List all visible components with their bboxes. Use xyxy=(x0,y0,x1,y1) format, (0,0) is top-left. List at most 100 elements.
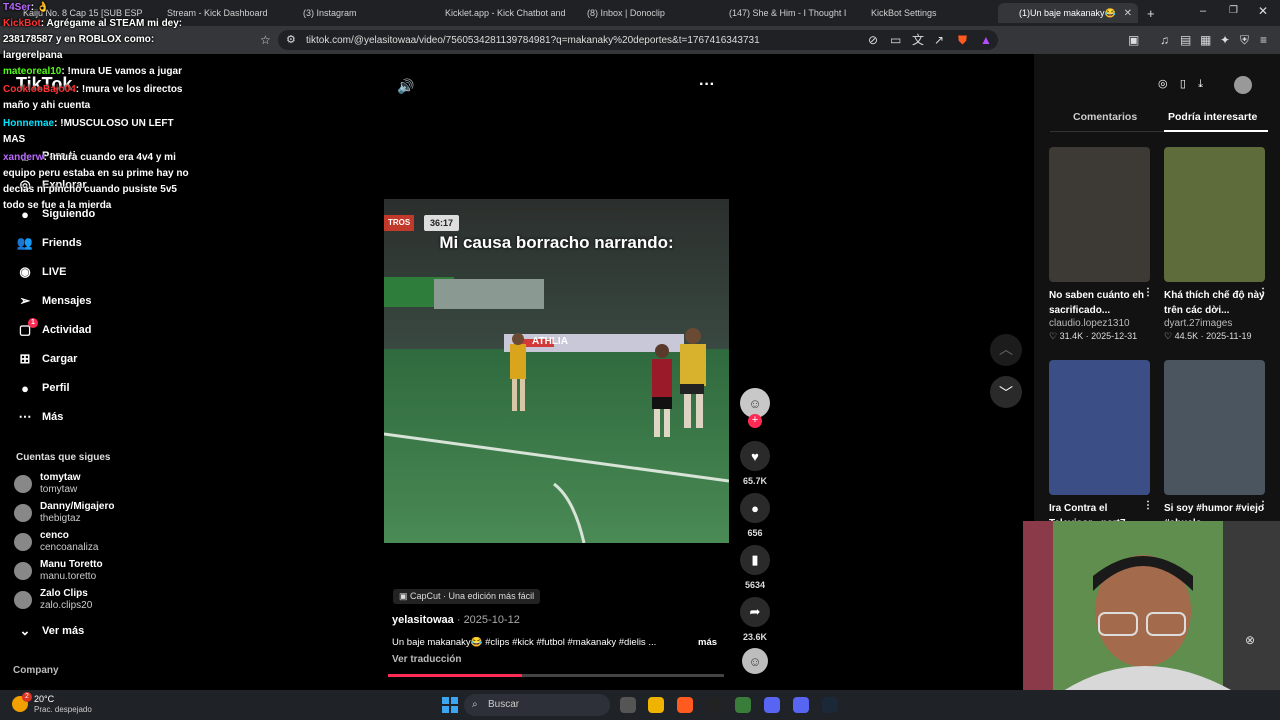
sidebar-item-friends[interactable]: 👥 Friends xyxy=(16,234,82,252)
wallet-icon[interactable]: ▦ xyxy=(1200,33,1211,47)
browser-tab[interactable]: (8) Inbox | Donoclip xyxy=(572,3,710,23)
avatar xyxy=(14,474,32,493)
heart-icon: ♥ xyxy=(740,441,770,471)
active-tab-underline xyxy=(1164,130,1268,132)
share-count: 23.6K xyxy=(742,632,768,642)
browser-tab[interactable]: Kicklet.app - Kick Chatbot and xyxy=(430,3,568,23)
share-button[interactable]: ➦ 23.6K xyxy=(740,597,770,642)
browser-tab[interactable]: (147) She & Him - I Thought I xyxy=(714,3,852,23)
sidebar-toggle-icon[interactable]: ▣ xyxy=(1128,33,1139,47)
task-view-icon[interactable] xyxy=(620,697,636,713)
author-name[interactable]: yelasitowaa xyxy=(392,614,454,626)
taskbar-search[interactable]: ⌕ Buscar xyxy=(464,694,610,716)
sidebar-item-live[interactable]: ◉ LIVE xyxy=(16,263,66,281)
download-icon[interactable]: ⤓ xyxy=(1198,78,1203,90)
browser-tab[interactable]: (3) Instagram xyxy=(288,3,426,23)
sound-disc-button[interactable]: ☺ xyxy=(740,648,770,674)
menu-icon[interactable]: ≡ xyxy=(1260,33,1267,47)
reader-icon[interactable]: ▤ xyxy=(1180,33,1191,47)
tab-favicon-icon xyxy=(572,8,582,18)
user-avatar[interactable] xyxy=(1234,76,1252,94)
media-icon[interactable]: ♫ xyxy=(1160,33,1169,47)
translate-button[interactable]: Ver traducción xyxy=(392,654,461,665)
site-info-icon[interactable]: ⚙ xyxy=(286,33,296,46)
card-more-icon[interactable]: ⋮ xyxy=(1143,500,1153,511)
app-icon[interactable] xyxy=(764,697,780,713)
activity-badge: 1 xyxy=(28,318,38,328)
brave-shield-icon[interactable]: ⛊ xyxy=(958,33,967,47)
card-date: 2025-11-19 xyxy=(1206,331,1252,341)
previous-video-button[interactable]: ︿ xyxy=(990,334,1022,366)
windows-start-button[interactable] xyxy=(442,697,458,713)
video-player[interactable]: TROS 36:17 Mi causa borracho narrando: A… xyxy=(384,199,729,543)
card-likes: 44.5K xyxy=(1174,331,1199,341)
next-video-button[interactable]: ﹀ xyxy=(990,376,1022,408)
bookmark-icon[interactable]: ☆ xyxy=(260,33,271,47)
steam-icon[interactable] xyxy=(822,697,838,713)
card-more-icon[interactable]: ⋮ xyxy=(1258,287,1268,298)
no-image-icon[interactable]: ⊘ xyxy=(868,33,878,47)
discord-icon[interactable] xyxy=(793,697,809,713)
new-tab-button[interactable]: + xyxy=(1147,6,1155,21)
following-account[interactable]: Manu Toretto manu.toretto xyxy=(14,559,103,582)
follow-plus-icon[interactable]: + xyxy=(748,414,762,428)
comment-button[interactable]: ● 656 xyxy=(740,493,770,538)
compass-icon[interactable]: ◎ xyxy=(1158,78,1168,90)
related-video-card[interactable]: Si soy #humor #viejo #abuelo⋮ xyxy=(1164,360,1268,531)
tab-active[interactable]: (1)Un baje makanaky😂 ✕ xyxy=(998,3,1138,23)
sidebar-item-activity[interactable]: ▢ Actividad 1 xyxy=(16,318,92,339)
following-account[interactable]: cenco cencoanaliza xyxy=(14,530,98,553)
sidebar-item-upload[interactable]: ⊞ Cargar xyxy=(16,350,78,368)
phone-icon[interactable]: ▯ xyxy=(1180,78,1186,90)
card-more-icon[interactable]: ⋮ xyxy=(1143,287,1153,298)
tab-favicon-icon xyxy=(430,8,440,18)
browser-tab[interactable]: KickBot Settings xyxy=(856,3,994,23)
close-tab-icon[interactable]: ✕ xyxy=(1124,8,1132,19)
obs-icon[interactable] xyxy=(706,697,722,713)
see-more-button[interactable]: ⌄ Ver más xyxy=(16,622,85,640)
vpn-icon[interactable]: ⛨ xyxy=(1240,33,1249,47)
bookmark-icon: ▮ xyxy=(740,545,770,575)
volume-icon[interactable]: 🔊 xyxy=(397,78,414,95)
brave-browser-icon[interactable] xyxy=(677,697,693,713)
card-more-icon[interactable]: ⋮ xyxy=(1258,500,1268,511)
card-likes: 31.4K xyxy=(1059,331,1084,341)
sidebar-item-send[interactable]: ➢ Mensajes xyxy=(16,292,92,310)
cast-icon[interactable]: ▭ xyxy=(890,33,901,47)
like-button[interactable]: ♥ 65.7K xyxy=(740,441,770,486)
following-account[interactable]: tomytaw tomytaw xyxy=(14,472,81,495)
translate-icon[interactable]: 文 xyxy=(912,33,924,47)
share-icon[interactable]: ↗ xyxy=(934,33,944,47)
windows-taskbar: 2 20°C Prac. despejado ⌕ Buscar xyxy=(0,690,1280,720)
tab-related[interactable]: Podría interesarte xyxy=(1168,111,1257,123)
video-progress-fill xyxy=(388,674,523,677)
meta-sep: · xyxy=(1198,331,1207,341)
close-window-button[interactable]: ✕ xyxy=(1258,4,1268,18)
xbox-icon[interactable] xyxy=(735,697,751,713)
following-account[interactable]: Danny/Migajero thebigtaz xyxy=(14,501,114,524)
brave-rewards-icon[interactable]: ▲ xyxy=(980,33,992,47)
ai-icon[interactable]: ✦ xyxy=(1220,33,1230,47)
related-video-card[interactable]: No saben cuánto eh sacrificado... claudio… xyxy=(1049,147,1153,342)
chat-username: Honnemae xyxy=(3,118,55,129)
tab-comments[interactable]: Comentarios xyxy=(1073,111,1137,123)
related-video-card[interactable]: Ira Contra el Televisor - part7⋮ xyxy=(1049,360,1153,531)
capcut-tag[interactable]: ▣ CapCut · Una edición más fácil xyxy=(393,589,541,604)
account-handle: cencoanaliza xyxy=(40,542,99,553)
video-progress-track[interactable] xyxy=(388,674,724,677)
company-link[interactable]: Company xyxy=(13,665,59,676)
maximize-button[interactable]: ❐ xyxy=(1229,5,1238,16)
related-video-card[interactable]: Khá thích chế độ này trên các dời... dyar… xyxy=(1164,147,1268,342)
file-explorer-icon[interactable] xyxy=(648,697,664,713)
close-overlay-icon[interactable]: ⊗ xyxy=(1245,633,1255,647)
minimize-button[interactable]: – xyxy=(1200,5,1206,17)
more-description-button[interactable]: más xyxy=(698,637,717,648)
sidebar-item-profile[interactable]: ● Perfil xyxy=(16,379,69,397)
card-date: 2025-12-31 xyxy=(1091,331,1138,341)
more-options-icon[interactable]: ··· xyxy=(699,76,715,94)
following-account[interactable]: Zalo Clips zalo.clips20 xyxy=(14,588,92,611)
creator-avatar-button[interactable]: ☺ + xyxy=(740,388,770,428)
save-button[interactable]: ▮ 5634 xyxy=(740,545,770,590)
sidebar-item-more[interactable]: ⋯ Más xyxy=(16,408,64,426)
card-title: Khá thích chế độ này trên các dời... xyxy=(1164,290,1265,316)
